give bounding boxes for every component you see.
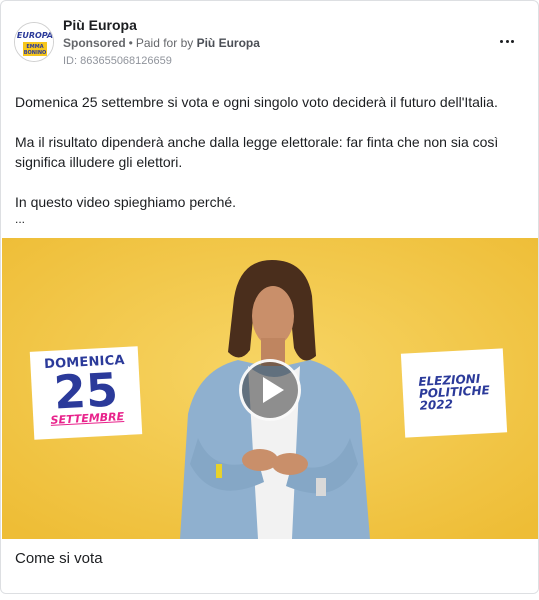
more-dots-icon [500, 39, 504, 43]
play-icon [262, 377, 284, 403]
piu-europa-logo-icon: EUROPA EMMA BONINO [15, 23, 53, 61]
video-player[interactable]: DOMENICA 25 SETTEMBRE ELEZIONI POLITICHE… [2, 238, 538, 539]
sponsored-line: Sponsored • Paid for by Più Europa [63, 36, 260, 50]
sponsored-label: Sponsored [63, 36, 126, 50]
post-body: Domenica 25 settembre si vota e ogni sin… [15, 92, 525, 226]
page-avatar[interactable]: EUROPA EMMA BONINO [14, 22, 54, 62]
post-paragraph: significa illudere gli elettori. [15, 154, 183, 170]
date-card-number: 25 [52, 362, 120, 420]
separator-dot: • [128, 36, 133, 50]
svg-text:EUROPA: EUROPA [17, 31, 53, 40]
more-options-button[interactable] [495, 31, 519, 51]
election-card: ELEZIONI POLITICHE 2022 [400, 348, 508, 438]
play-button[interactable] [239, 359, 301, 421]
post-paragraph: In questo video spieghiamo perché. [15, 194, 237, 210]
ad-id: ID: 863655068126659 [63, 55, 172, 67]
link-caption-bar[interactable]: Come si vota [2, 539, 538, 593]
svg-text:BONINO: BONINO [24, 50, 47, 56]
post-paragraph: Ma il risultato dipenderà anche dalla le… [15, 134, 499, 150]
page-name-link[interactable]: Più Europa [63, 17, 137, 33]
date-card: DOMENICA 25 SETTEMBRE [29, 346, 143, 440]
video-caption-title: Come si vota [15, 550, 103, 567]
ad-card: EUROPA EMMA BONINO Più Europa Sponsored •… [0, 0, 539, 594]
payer-name-link[interactable]: Più Europa [197, 36, 260, 50]
post-paragraph: Domenica 25 settembre si vota e ogni sin… [15, 94, 498, 110]
post-header: EUROPA EMMA BONINO Più Europa Sponsored •… [1, 1, 538, 79]
see-more-ellipsis[interactable]: ... [15, 212, 525, 226]
paid-for-label: Paid for by [135, 36, 194, 50]
